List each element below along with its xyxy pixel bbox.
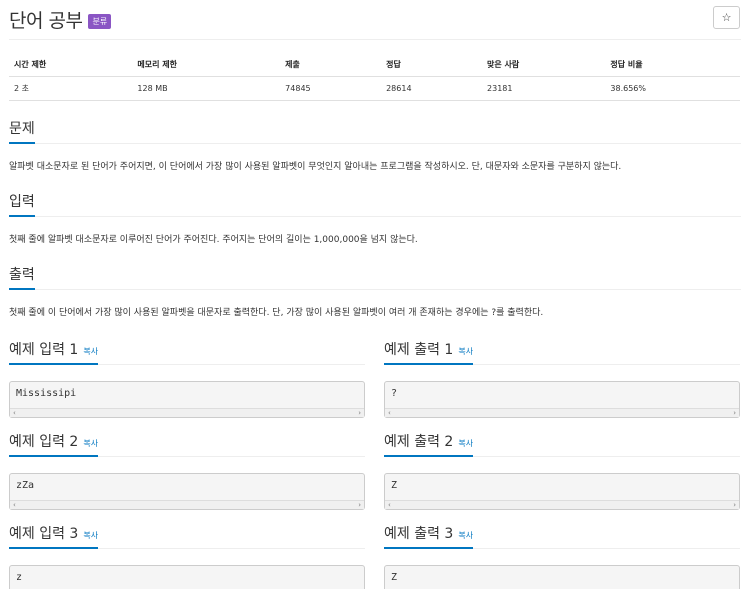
category-tag[interactable]: 분류 — [88, 13, 112, 29]
horizontal-scrollbar[interactable]: ‹ › — [10, 408, 364, 417]
copy-button[interactable]: 복사 — [83, 439, 98, 448]
sample-input-box[interactable]: Mississipi ‹ › — [9, 381, 365, 418]
sample-output-box[interactable]: Z ‹ › — [384, 473, 740, 510]
sample-input-text: zZa — [16, 480, 35, 491]
divider — [9, 216, 741, 217]
sample-output-box[interactable]: ? ‹ › — [384, 381, 740, 418]
sample-input-heading: 예제 입력 3 복사 — [9, 523, 99, 549]
sample-output-heading: 예제 출력 3 복사 — [384, 523, 474, 549]
stats-value-row: 2 초 128 MB 74845 28614 23181 38.656% — [9, 76, 740, 101]
page-title: 단어 공부 — [9, 9, 83, 32]
stat-header: 제출 — [280, 54, 382, 77]
stat-value: 128 MB — [132, 76, 281, 101]
sample-input-title: 예제 입력 3 — [9, 526, 79, 542]
stat-value: 28614 — [381, 76, 483, 101]
stat-value: 74845 — [280, 76, 382, 101]
sample-input-text: z — [16, 572, 23, 583]
input-description: 첫째 줄에 알파벳 대소문자로 이루어진 단어가 주어진다. 주어지는 단어의 … — [9, 235, 418, 245]
sample-output-3: 예제 출력 3 복사 Z — [384, 523, 740, 589]
sample-input-title: 예제 입력 1 — [9, 342, 79, 358]
copy-button[interactable]: 복사 — [83, 347, 98, 356]
sample-output-text: Z — [391, 480, 398, 491]
copy-button[interactable]: 복사 — [458, 439, 473, 448]
divider — [9, 143, 741, 144]
divider — [9, 289, 741, 290]
sample-output-1: 예제 출력 1 복사 ? ‹ › — [384, 339, 740, 418]
sample-output-title: 예제 출력 1 — [384, 342, 454, 358]
copy-button[interactable]: 복사 — [83, 531, 98, 540]
sample-output-heading: 예제 출력 2 복사 — [384, 431, 474, 457]
sample-output-text: ? — [391, 388, 398, 399]
output-description: 첫째 줄에 이 단어에서 가장 많이 사용된 알파벳을 대문자로 출력한다. 단… — [9, 308, 544, 318]
sample-output-text: Z — [391, 572, 398, 583]
input-section: 입력 첫째 줄에 알파벳 대소문자로 이루어진 단어가 주어진다. 주어지는 단… — [9, 191, 741, 245]
sample-output-heading: 예제 출력 1 복사 — [384, 339, 474, 365]
stats-table: 시간 제한 메모리 제한 제출 정답 맞은 사람 정답 비율 2 초 128 M… — [9, 54, 740, 101]
output-section: 출력 첫째 줄에 이 단어에서 가장 많이 사용된 알파벳을 대문자로 출력한다… — [9, 264, 741, 318]
stat-value: 2 초 — [9, 76, 133, 101]
sample-input-title: 예제 입력 2 — [9, 434, 79, 450]
copy-button[interactable]: 복사 — [458, 531, 473, 540]
stats-header-row: 시간 제한 메모리 제한 제출 정답 맞은 사람 정답 비율 — [9, 54, 740, 77]
stat-header: 시간 제한 — [9, 54, 133, 77]
sample-input-text: Mississipi — [16, 388, 77, 399]
horizontal-scrollbar[interactable]: ‹ › — [10, 500, 364, 509]
scroll-right-icon[interactable]: › — [358, 409, 361, 417]
stat-header: 정답 비율 — [605, 54, 740, 77]
sample-input-box[interactable]: zZa ‹ › — [9, 473, 365, 510]
output-heading: 출력 — [9, 264, 35, 290]
sample-output-title: 예제 출력 3 — [384, 526, 454, 542]
stat-header: 정답 — [381, 54, 483, 77]
problem-section: 문제 알파벳 대소문자로 된 단어가 주어지면, 이 단어에서 가장 많이 사용… — [9, 118, 741, 172]
sample-input-1: 예제 입력 1 복사 Mississipi ‹ › — [9, 339, 365, 418]
scroll-right-icon[interactable]: › — [733, 501, 736, 509]
input-heading: 입력 — [9, 191, 35, 217]
divider — [9, 39, 741, 40]
scroll-right-icon[interactable]: › — [733, 409, 736, 417]
star-button[interactable]: ☆ — [713, 6, 740, 29]
scroll-right-icon[interactable]: › — [358, 501, 361, 509]
scroll-left-icon[interactable]: ‹ — [388, 501, 391, 509]
sample-output-2: 예제 출력 2 복사 Z ‹ › — [384, 431, 740, 510]
problem-description: 알파벳 대소문자로 된 단어가 주어지면, 이 단어에서 가장 많이 사용된 알… — [9, 162, 622, 172]
sample-input-box[interactable]: z — [9, 565, 365, 589]
sample-input-heading: 예제 입력 1 복사 — [9, 339, 99, 365]
horizontal-scrollbar[interactable]: ‹ › — [385, 408, 739, 417]
problem-heading: 문제 — [9, 118, 35, 144]
sample-output-box[interactable]: Z — [384, 565, 740, 589]
horizontal-scrollbar[interactable]: ‹ › — [385, 500, 739, 509]
sample-input-heading: 예제 입력 2 복사 — [9, 431, 99, 457]
scroll-left-icon[interactable]: ‹ — [13, 409, 16, 417]
sample-input-2: 예제 입력 2 복사 zZa ‹ › — [9, 431, 365, 510]
title-row: 단어 공부 분류 — [9, 4, 112, 34]
scroll-left-icon[interactable]: ‹ — [388, 409, 391, 417]
stat-header: 메모리 제한 — [132, 54, 281, 77]
scroll-left-icon[interactable]: ‹ — [13, 501, 16, 509]
copy-button[interactable]: 복사 — [458, 347, 473, 356]
stat-header: 맞은 사람 — [482, 54, 606, 77]
sample-output-title: 예제 출력 2 — [384, 434, 454, 450]
stat-value: 38.656% — [605, 76, 740, 101]
stat-value: 23181 — [482, 76, 606, 101]
sample-input-3: 예제 입력 3 복사 z — [9, 523, 365, 589]
